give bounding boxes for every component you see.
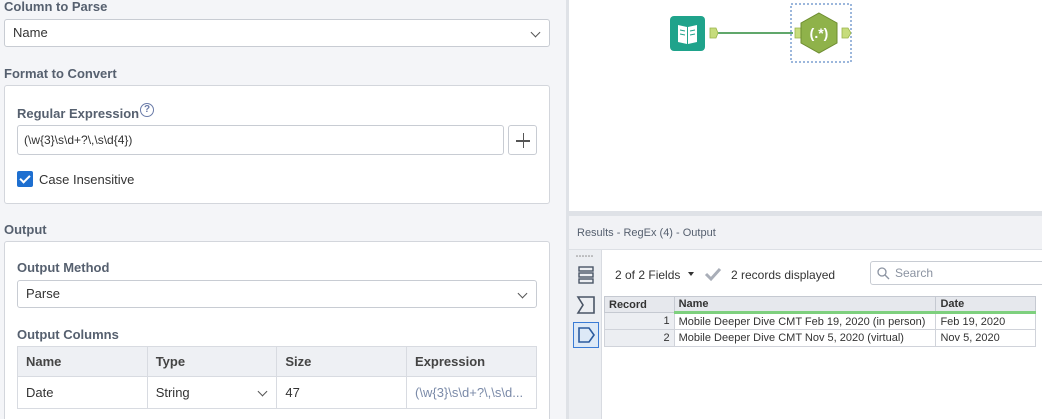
- output-column-name-cell[interactable]: Date: [17, 376, 148, 409]
- output-method-label: Output Method: [17, 260, 110, 275]
- name-cell[interactable]: Mobile Deeper Dive CMT Feb 19, 2020 (in …: [673, 312, 937, 330]
- results-toolbar: 2 of 2 Fields 2 records displayed: [602, 250, 1042, 294]
- records-count: 2 records displayed: [731, 268, 836, 282]
- table-row: Date String 47 (\w{3}\s\d+?\,\s\d...: [17, 376, 537, 409]
- case-insensitive-checkbox[interactable]: [17, 171, 33, 187]
- input-data-tool[interactable]: [670, 16, 719, 51]
- results-window: Results - RegEx (4) - Output 2 of 2 Fiel…: [569, 216, 1042, 419]
- date-cell[interactable]: Feb 19, 2020: [935, 312, 1036, 330]
- column-header-expression: Expression: [406, 346, 537, 377]
- output-method-value: Parse: [26, 286, 60, 301]
- output-column-type-value: String: [155, 385, 190, 400]
- regex-tool[interactable]: (.*): [794, 12, 852, 54]
- workflow-diagram: (.*): [670, 3, 852, 63]
- regular-expression-label: Regular Expression: [17, 106, 140, 121]
- table-view-icon[interactable]: [573, 262, 599, 288]
- output-column-size-cell[interactable]: 47: [276, 376, 408, 409]
- output-anchor[interactable]: [709, 27, 719, 39]
- output-column-type-cell[interactable]: String: [146, 376, 278, 409]
- record-cell: 2: [604, 329, 675, 347]
- table-row[interactable]: 2 Mobile Deeper Dive CMT Nov 5, 2020 (vi…: [604, 329, 1036, 347]
- output-title: Output: [4, 222, 47, 237]
- output-columns-table: Name Type Size Expression Date String 47…: [17, 346, 537, 409]
- fields-selector[interactable]: 2 of 2 Fields: [615, 268, 680, 282]
- column-header-name[interactable]: Name: [673, 296, 937, 314]
- date-cell[interactable]: Nov 5, 2020: [935, 329, 1036, 347]
- output-columns-label: Output Columns: [17, 327, 119, 342]
- caret-down-icon[interactable]: [688, 272, 694, 276]
- name-cell[interactable]: Mobile Deeper Dive CMT Nov 5, 2020 (virt…: [673, 329, 937, 347]
- column-header-name: Name: [17, 346, 148, 377]
- search-icon: [877, 267, 890, 280]
- format-to-convert-title: Format to Convert: [4, 66, 117, 81]
- add-expression-button[interactable]: [508, 125, 537, 155]
- metadata-view-icon[interactable]: [573, 292, 599, 318]
- tag-view-icon[interactable]: [573, 322, 599, 348]
- regular-expression-input[interactable]: (\w{3}\s\d+?\,\s\d{4}): [17, 125, 504, 155]
- input-tool-body: [670, 16, 705, 51]
- column-to-parse-title: Column to Parse: [4, 0, 108, 14]
- results-header: Results - RegEx (4) - Output: [569, 216, 1042, 250]
- help-icon[interactable]: ?: [140, 103, 154, 117]
- column-header-date[interactable]: Date: [935, 296, 1036, 314]
- column-to-parse-dropdown[interactable]: Name: [4, 19, 550, 47]
- regex-icon: (.*): [810, 25, 829, 41]
- results-sidebar: [569, 250, 602, 419]
- workflow-canvas[interactable]: (.*): [569, 0, 1042, 211]
- case-insensitive-label: Case Insensitive: [39, 172, 135, 187]
- output-anchor[interactable]: [841, 27, 852, 39]
- search-box[interactable]: [870, 261, 1042, 285]
- configuration-panel: Column to Parse Name Format to Convert R…: [0, 0, 566, 419]
- results-title: Results - RegEx (4) - Output: [577, 227, 716, 239]
- results-table: Record Name Date 1 Mobile Deeper Dive CM…: [604, 296, 1036, 347]
- table-row[interactable]: 1 Mobile Deeper Dive CMT Feb 19, 2020 (i…: [604, 312, 1036, 330]
- output-method-dropdown[interactable]: Parse: [17, 280, 537, 308]
- record-cell: 1: [604, 312, 675, 330]
- column-header-record[interactable]: Record: [604, 296, 675, 313]
- chevron-down-icon: [257, 386, 268, 397]
- output-column-expression-cell: (\w{3}\s\d+?\,\s\d...: [406, 376, 537, 409]
- chevron-down-icon: [530, 27, 541, 38]
- checkmark-icon[interactable]: [704, 266, 722, 282]
- input-anchor[interactable]: [794, 27, 802, 39]
- chevron-down-icon: [517, 288, 528, 299]
- search-input[interactable]: [895, 265, 1035, 281]
- column-to-parse-value: Name: [13, 25, 48, 40]
- column-header-size: Size: [276, 346, 408, 377]
- column-header-type: Type: [146, 346, 278, 377]
